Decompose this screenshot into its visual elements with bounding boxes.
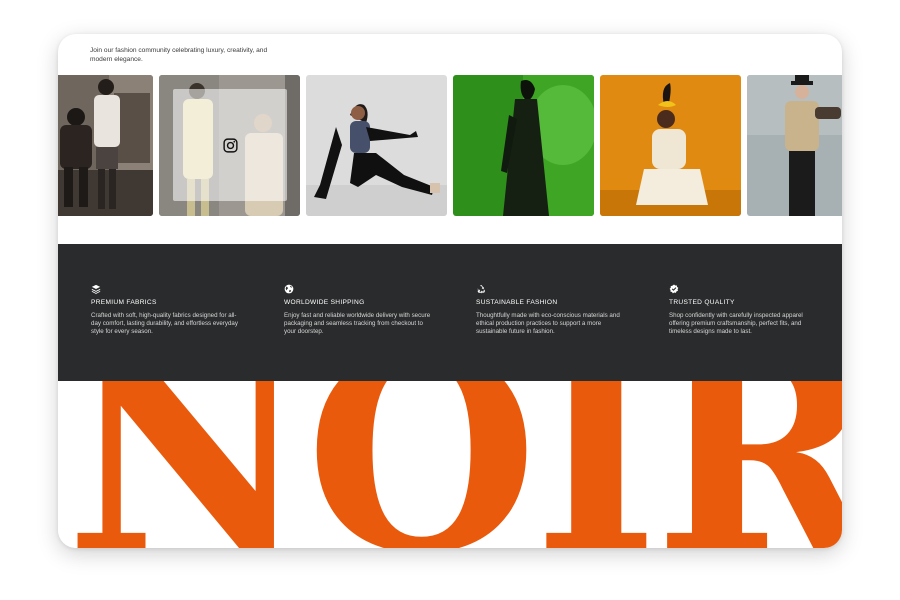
layers-icon	[91, 284, 101, 294]
features-band: PREMIUM FABRICS Crafted with soft, high-…	[58, 244, 842, 381]
feature-title: WORLDWIDE SHIPPING	[284, 299, 365, 306]
gallery-photo-orange-backdrop[interactable]	[600, 75, 741, 216]
globe-icon	[284, 284, 294, 294]
instagram-icon	[222, 137, 238, 153]
feature-premium-fabrics: PREMIUM FABRICS Crafted with soft, high-…	[91, 284, 239, 337]
gallery-photo-trench-coats[interactable]	[159, 75, 300, 216]
black-gloves-photo	[306, 75, 447, 216]
green-backdrop-photo	[453, 75, 594, 216]
orange-backdrop-photo	[600, 75, 741, 216]
gallery-photo-green-backdrop[interactable]	[453, 75, 594, 216]
instagram-overlay[interactable]	[173, 89, 287, 201]
feature-title: TRUSTED QUALITY	[669, 299, 735, 306]
instagram-gallery	[58, 75, 842, 216]
brand-wordmark-section: NOIR	[58, 381, 842, 548]
feature-description: Enjoy fast and reliable worldwide delive…	[284, 312, 431, 336]
verified-badge-icon	[669, 284, 679, 294]
feature-description: Crafted with soft, high-quality fabrics …	[91, 312, 238, 336]
gallery-photo-black-gloves[interactable]	[306, 75, 447, 216]
feature-trusted-quality: TRUSTED QUALITY Shop confidently with ca…	[669, 284, 817, 337]
hat-jacket-photo	[747, 75, 842, 216]
page-frame: Join our fashion community celebrating l…	[58, 34, 842, 548]
feature-worldwide-shipping: WORLDWIDE SHIPPING Enjoy fast and reliab…	[284, 284, 432, 337]
community-intro-text: Join our fashion community celebrating l…	[90, 46, 268, 63]
feature-description: Thoughtfully made with eco-conscious mat…	[476, 312, 620, 336]
gallery-photo-studio-models[interactable]	[58, 75, 153, 216]
feature-sustainable-fashion: SUSTAINABLE FASHION Thoughtfully made wi…	[476, 284, 624, 337]
feature-title: SUSTAINABLE FASHION	[476, 299, 558, 306]
recycle-icon	[477, 285, 485, 294]
feature-title: PREMIUM FABRICS	[91, 299, 157, 306]
gallery-photo-hat-jacket[interactable]	[747, 75, 842, 216]
feature-description: Shop confidently with carefully inspecte…	[669, 312, 803, 336]
studio-models-photo	[58, 75, 153, 216]
brand-wordmark: NOIR	[65, 381, 842, 548]
